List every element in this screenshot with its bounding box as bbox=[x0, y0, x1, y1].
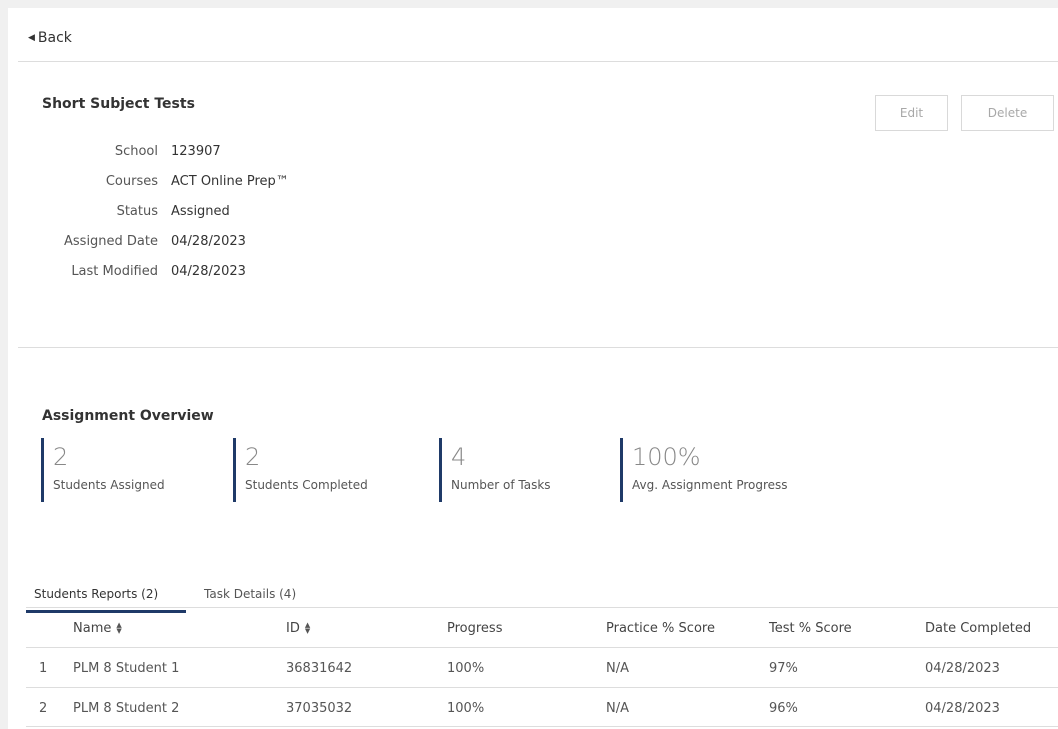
stat-number-of-tasks: 4 Number of Tasks bbox=[439, 438, 551, 502]
tab-students-reports[interactable]: Students Reports (2) bbox=[34, 587, 158, 601]
detail-value: ACT Online Prep™ bbox=[171, 173, 289, 189]
tab-task-details[interactable]: Task Details (4) bbox=[204, 587, 296, 601]
test-score: 97% bbox=[769, 660, 798, 676]
detail-label: School bbox=[114, 143, 158, 159]
stat-students-completed: 2 Students Completed bbox=[233, 438, 368, 502]
date-completed: 04/28/2023 bbox=[925, 660, 1000, 676]
sort-icon: ▲ ▼ bbox=[116, 621, 122, 635]
section-divider bbox=[18, 347, 1058, 348]
students-table: Name ▲ ▼ ID ▲ ▼ Progress Practice % Score … bbox=[26, 607, 1058, 727]
overview-title: Assignment Overview bbox=[42, 408, 214, 424]
page-frame: ◀ Back Short Subject Tests Edit Delete S… bbox=[0, 0, 1058, 729]
edit-button[interactable]: Edit bbox=[875, 95, 948, 131]
header-divider bbox=[18, 61, 1058, 62]
practice-score: N/A bbox=[606, 700, 629, 716]
detail-row-status: Status Assigned bbox=[38, 196, 289, 226]
student-name[interactable]: PLM 8 Student 2 bbox=[73, 688, 179, 728]
detail-row-school: School 123907 bbox=[38, 136, 289, 166]
stat-students-assigned: 2 Students Assigned bbox=[41, 438, 165, 502]
detail-value: Assigned bbox=[171, 203, 230, 219]
detail-row-assigned-date: Assigned Date 04/28/2023 bbox=[38, 226, 289, 256]
back-label: Back bbox=[37, 30, 72, 46]
detail-row-last-modified: Last Modified 04/28/2023 bbox=[38, 256, 289, 286]
student-progress: 100% bbox=[447, 660, 485, 676]
student-progress: 100% bbox=[447, 700, 485, 716]
detail-row-courses: Courses ACT Online Prep™ bbox=[38, 166, 289, 196]
detail-label: Status bbox=[116, 203, 158, 219]
header-label: Name bbox=[73, 620, 112, 636]
test-score: 96% bbox=[769, 700, 798, 716]
column-header-test-score: Test % Score bbox=[769, 620, 852, 636]
detail-label: Courses bbox=[105, 173, 158, 189]
detail-value: 04/28/2023 bbox=[171, 263, 246, 279]
delete-button[interactable]: Delete bbox=[961, 95, 1054, 131]
stat-value: 2 bbox=[53, 443, 69, 471]
header-label: ID bbox=[286, 620, 300, 636]
stat-value: 2 bbox=[245, 443, 261, 471]
detail-value: 123907 bbox=[171, 143, 221, 159]
column-header-id[interactable]: ID ▲ ▼ bbox=[286, 608, 310, 648]
row-index: 1 bbox=[39, 660, 48, 676]
stat-label: Number of Tasks bbox=[451, 478, 551, 492]
stat-value: 100% bbox=[632, 443, 701, 471]
caret-left-icon: ◀ bbox=[28, 33, 35, 43]
student-id: 36831642 bbox=[286, 660, 353, 676]
student-id: 37035032 bbox=[286, 700, 353, 716]
column-header-name[interactable]: Name ▲ ▼ bbox=[73, 608, 122, 648]
column-header-practice-score: Practice % Score bbox=[606, 620, 715, 636]
stat-label: Avg. Assignment Progress bbox=[632, 478, 788, 492]
stat-value: 4 bbox=[451, 443, 467, 471]
detail-value: 04/28/2023 bbox=[171, 233, 246, 249]
detail-label: Last Modified bbox=[71, 263, 158, 279]
practice-score: N/A bbox=[606, 660, 629, 676]
column-header-progress: Progress bbox=[447, 620, 503, 636]
table-header: Name ▲ ▼ ID ▲ ▼ Progress Practice % Score … bbox=[26, 607, 1058, 647]
row-index: 2 bbox=[39, 700, 48, 716]
date-completed: 04/28/2023 bbox=[925, 700, 1000, 716]
report-tabs: Students Reports (2) Task Details (4) bbox=[26, 587, 1058, 607]
active-tab-indicator bbox=[26, 610, 186, 613]
back-link[interactable]: ◀ Back bbox=[28, 30, 72, 46]
assignment-details: School 123907 Courses ACT Online Prep™ S… bbox=[38, 136, 289, 286]
stat-label: Students Assigned bbox=[53, 478, 165, 492]
table-row: 1 PLM 8 Student 1 36831642 100% N/A 97% … bbox=[26, 647, 1058, 687]
stat-avg-progress: 100% Avg. Assignment Progress bbox=[620, 438, 788, 502]
table-row: 2 PLM 8 Student 2 37035032 100% N/A 96% … bbox=[26, 687, 1058, 727]
detail-label: Assigned Date bbox=[64, 233, 158, 249]
column-header-date-completed: Date Completed bbox=[925, 620, 1032, 636]
stat-label: Students Completed bbox=[245, 478, 368, 492]
sort-icon: ▲ ▼ bbox=[304, 621, 311, 635]
student-name[interactable]: PLM 8 Student 1 bbox=[73, 648, 179, 688]
assignment-title: Short Subject Tests bbox=[42, 96, 195, 112]
